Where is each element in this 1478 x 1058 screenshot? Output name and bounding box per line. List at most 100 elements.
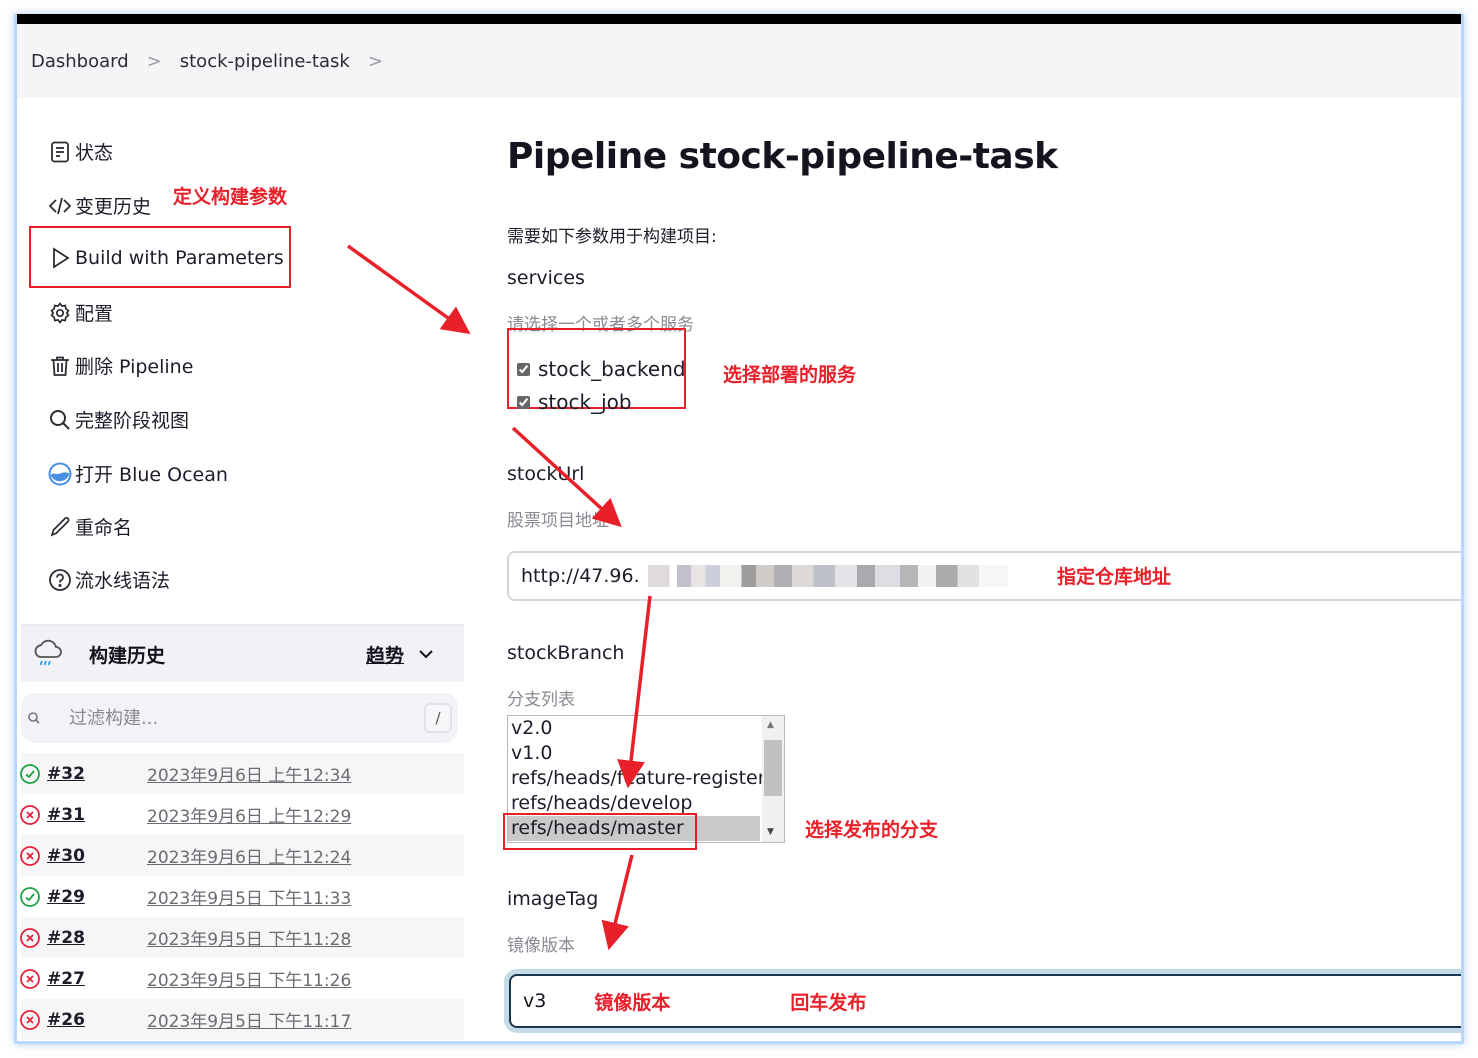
build-date-link[interactable]: 2023年9月6日 上午12:24 <box>147 843 351 868</box>
highlight-box-master <box>503 813 697 850</box>
build-row[interactable]: #29 2023年9月5日 下午11:33 <box>20 876 464 917</box>
failed-status-icon <box>20 1009 40 1030</box>
param-stockbranch-help: 分支列表 <box>507 690 575 710</box>
build-number-link[interactable]: #32 <box>47 764 147 784</box>
scroll-up-icon[interactable]: ▲ <box>767 720 774 730</box>
build-date-link[interactable]: 2023年9月5日 下午11:33 <box>147 884 351 909</box>
help-icon <box>47 567 73 593</box>
imagetag-value: v3 <box>523 990 547 1012</box>
build-history-header: 构建历史 趋势 <box>21 624 464 682</box>
failed-status-icon <box>20 845 40 866</box>
build-number-link[interactable]: #26 <box>47 1010 147 1030</box>
breadcrumb-job[interactable]: stock-pipeline-task <box>180 51 350 72</box>
failed-status-icon <box>20 804 40 825</box>
trash-icon <box>47 353 73 379</box>
sidebar: 状态 变更历史 Build with Parameters 配置 删除 Pipe… <box>17 98 467 1041</box>
build-list: #32 2023年9月6日 上午12:34 #31 2023年9月6日 上午12:29… <box>20 753 464 1040</box>
sidebar-item-blue-ocean[interactable]: 打开 Blue Ocean <box>47 460 228 487</box>
build-number-link[interactable]: #31 <box>47 805 147 825</box>
annotation-repo-url: 指定仓库地址 <box>1057 566 1172 588</box>
annotation-press-enter: 回车发布 <box>790 991 867 1014</box>
success-status-icon <box>20 886 40 907</box>
sidebar-item-configure[interactable]: 配置 <box>47 299 113 326</box>
build-history-title: 构建历史 <box>89 644 166 667</box>
sidebar-item-changes[interactable]: 变更历史 <box>47 192 151 219</box>
code-icon <box>47 193 73 219</box>
keyboard-shortcut-hint: / <box>424 703 452 733</box>
page-title: Pipeline stock-pipeline-task <box>507 136 1058 177</box>
breadcrumb-separator[interactable]: > <box>368 51 383 72</box>
scroll-down-icon[interactable]: ▼ <box>767 827 774 837</box>
breadcrumb: Dashboard > stock-pipeline-task > <box>17 24 1461 98</box>
param-services-label: services <box>507 267 585 289</box>
build-number-link[interactable]: #28 <box>47 928 147 948</box>
document-icon <box>47 139 73 165</box>
sidebar-item-pipeline-syntax[interactable]: 流水线语法 <box>47 566 170 593</box>
branch-option[interactable]: refs/heads/feature-register <box>508 766 766 791</box>
browser-frame: Dashboard > stock-pipeline-task > 状态 变更历… <box>14 14 1464 1044</box>
blue-ocean-icon <box>47 461 73 487</box>
main-content: Pipeline stock-pipeline-task 需要如下参数用于构建项… <box>507 98 1461 1041</box>
stockurl-input[interactable]: http://47.96. <box>507 551 1461 601</box>
failed-status-icon <box>20 968 40 989</box>
checkbox-label: stock_job <box>538 390 632 414</box>
build-date-link[interactable]: 2023年9月5日 下午11:17 <box>147 1007 351 1032</box>
build-number-link[interactable]: #27 <box>47 969 147 989</box>
checkbox-stock-backend[interactable]: stock_backend <box>517 357 686 381</box>
build-row[interactable]: #32 2023年9月6日 上午12:34 <box>20 753 464 794</box>
build-date-link[interactable]: 2023年9月6日 上午12:29 <box>147 802 351 827</box>
sidebar-item-delete[interactable]: 删除 Pipeline <box>47 352 193 379</box>
checkbox-stock-job[interactable]: stock_job <box>517 390 632 414</box>
sidebar-item-label: 删除 Pipeline <box>75 356 194 378</box>
branch-option[interactable]: v2.0 <box>508 716 760 741</box>
search-icon <box>47 407 73 433</box>
top-bar <box>17 14 1461 24</box>
gear-icon <box>47 300 73 326</box>
trend-link[interactable]: 趋势 <box>366 641 434 668</box>
checkbox-input[interactable] <box>517 395 530 409</box>
build-row[interactable]: #28 2023年9月5日 下午11:28 <box>20 917 464 958</box>
build-row[interactable]: #30 2023年9月6日 上午12:24 <box>20 835 464 876</box>
cloud-rain-icon <box>34 639 62 666</box>
listbox-scrollbar[interactable]: ▲ ▼ <box>762 716 784 842</box>
failed-status-icon <box>20 927 40 948</box>
highlight-box-build-with-parameters <box>29 226 291 288</box>
scrollbar-thumb[interactable] <box>764 740 782 796</box>
build-filter-input[interactable] <box>69 707 409 729</box>
annotation-define-params: 定义构建参数 <box>173 186 288 208</box>
sidebar-item-label: 流水线语法 <box>75 570 171 592</box>
trend-label: 趋势 <box>365 644 404 667</box>
breadcrumb-separator: > <box>146 50 162 72</box>
build-date-link[interactable]: 2023年9月5日 下午11:26 <box>147 966 351 991</box>
sidebar-item-label: 配置 <box>75 303 114 325</box>
sidebar-item-label: 重命名 <box>75 517 133 539</box>
sidebar-item-label: 完整阶段视图 <box>75 410 190 432</box>
sidebar-item-stage-view[interactable]: 完整阶段视图 <box>47 406 189 433</box>
build-number-link[interactable]: #29 <box>47 887 147 907</box>
build-date-link[interactable]: 2023年9月5日 下午11:28 <box>147 925 351 950</box>
build-row[interactable]: #26 2023年9月5日 下午11:17 <box>20 999 464 1040</box>
chevron-down-icon <box>419 650 433 659</box>
build-date-link[interactable]: 2023年9月6日 上午12:34 <box>147 761 351 786</box>
build-row[interactable]: #27 2023年9月5日 下午11:26 <box>20 958 464 999</box>
build-number-link[interactable]: #30 <box>47 846 147 866</box>
sidebar-item-status[interactable]: 状态 <box>47 138 113 165</box>
sidebar-item-label: 打开 Blue Ocean <box>75 464 228 486</box>
sidebar-item-label: 变更历史 <box>75 196 152 218</box>
annotation-select-branch: 选择发布的分支 <box>805 819 939 841</box>
params-description: 需要如下参数用于构建项目: <box>507 227 717 247</box>
branch-option[interactable]: v1.0 <box>508 741 760 766</box>
build-row[interactable]: #31 2023年9月6日 上午12:29 <box>20 794 464 835</box>
breadcrumb-dashboard[interactable]: Dashboard <box>31 51 129 72</box>
annotation-select-services: 选择部署的服务 <box>723 364 857 386</box>
sidebar-item-rename[interactable]: 重命名 <box>47 513 132 540</box>
pencil-icon <box>47 514 73 540</box>
checkbox-label: stock_backend <box>538 357 686 381</box>
redacted-text <box>647 565 1008 587</box>
search-icon <box>28 712 40 724</box>
param-imagetag-label: imageTag <box>507 888 599 910</box>
checkbox-input[interactable] <box>517 362 530 376</box>
imagetag-input[interactable]: v3 镜像版本 回车发布 <box>509 974 1461 1028</box>
annotation-image-version: 镜像版本 <box>594 991 671 1014</box>
build-filter: / <box>21 693 458 743</box>
